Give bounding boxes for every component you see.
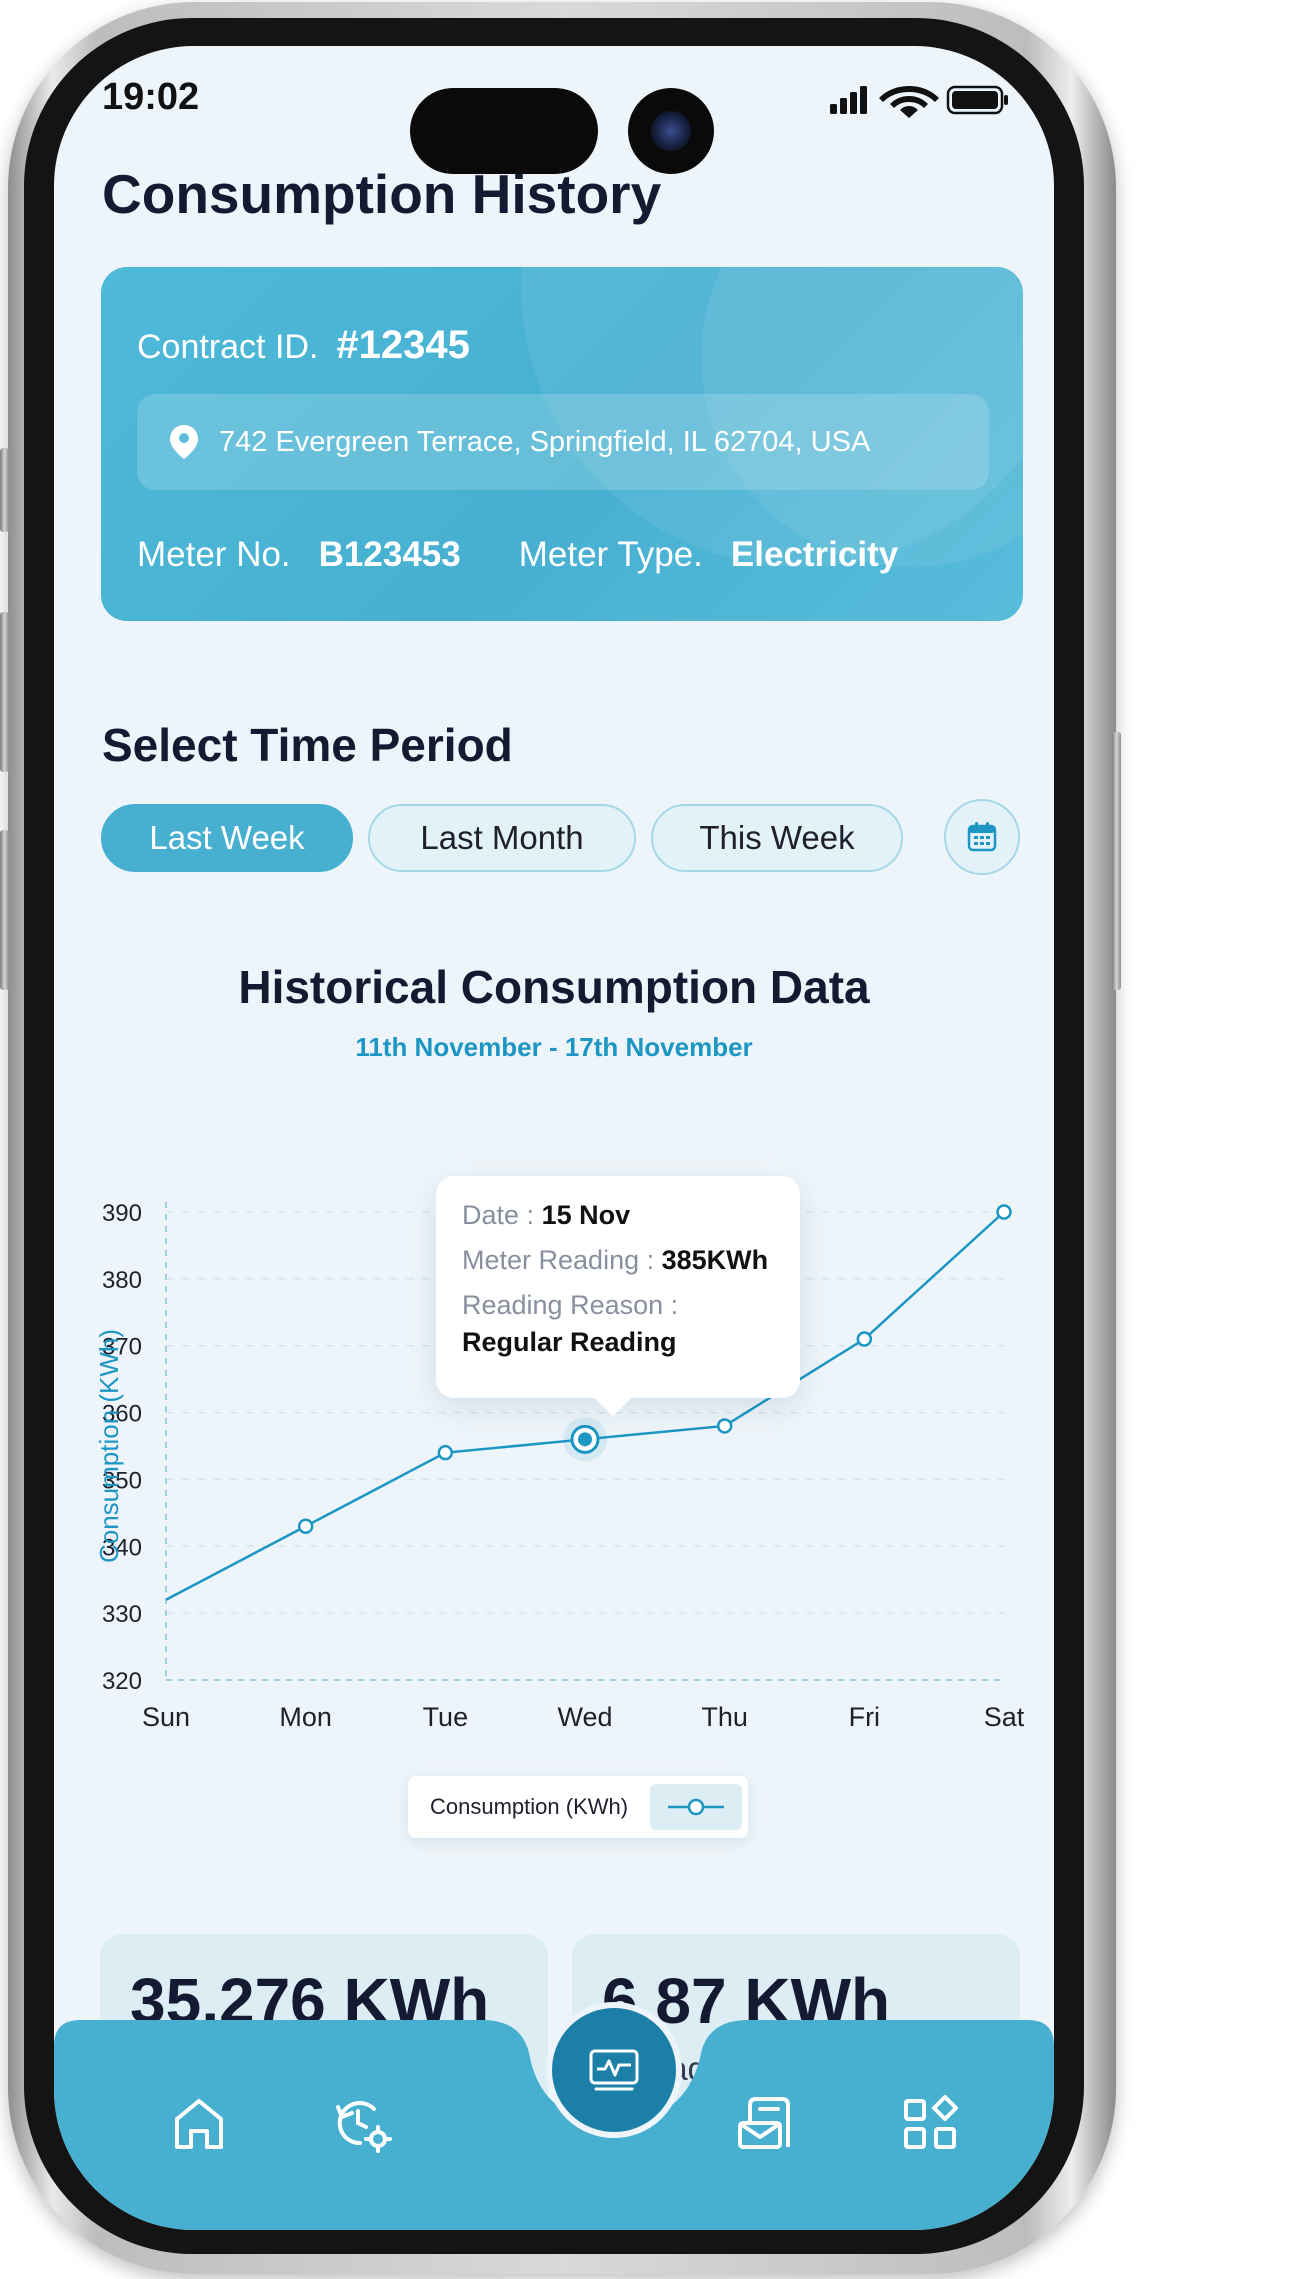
tooltip-reading-value: 385KWh — [661, 1245, 769, 1275]
data-point — [716, 1418, 733, 1434]
tooltip-reading-label: Meter Reading : — [462, 1245, 655, 1275]
x-tick-label: Thu — [701, 1702, 748, 1732]
y-tick-label: 330 — [102, 1601, 142, 1628]
apps-grid-icon[interactable] — [900, 2093, 960, 2153]
consumption-stat-value: 35,276 KWh — [130, 1965, 490, 2037]
chart-legend[interactable]: Consumption (KWh) — [408, 1776, 748, 1838]
legend-label: Consumption (KWh) — [430, 1794, 629, 1819]
x-tick-label: Sat — [984, 1702, 1025, 1732]
consumption-line-chart: 320330340350360370380390Sun Mon Tue Wed Thu F… — [94, 1200, 1025, 1732]
y-tick-label: 380 — [102, 1267, 142, 1294]
y-tick-label: 320 — [102, 1668, 142, 1695]
y-tick-label: 390 — [102, 1200, 142, 1227]
x-tick-label: Fri — [849, 1702, 880, 1732]
y-axis-title: Consumption (KWh) — [94, 1329, 124, 1563]
consumption-stat-card: 35,276 KWh Consumption — [100, 1934, 548, 2194]
home-icon[interactable] — [169, 2093, 229, 2153]
nav-center-button[interactable] — [546, 2002, 682, 2138]
tooltip-reason-label: Reading Reason : — [462, 1290, 679, 1320]
data-point — [437, 1444, 454, 1461]
activity-chart-icon — [589, 2049, 639, 2091]
history-settings-icon[interactable] — [332, 2093, 392, 2153]
tooltip-reading-row: Meter Reading : 385KWh — [462, 1245, 774, 1276]
action-button — [0, 448, 9, 532]
x-tick-label: Tue — [423, 1702, 469, 1732]
chart-tooltip: Date : 15 Nov Meter Reading : 385KWh Rea… — [436, 1176, 800, 1417]
consumption-stat-label: Consumption — [130, 2050, 325, 2087]
volume-up-button — [0, 612, 9, 772]
x-tick-label: Sun — [142, 1702, 190, 1732]
screen: 19:02 Consumption History Contract ID. #… — [54, 46, 1054, 2230]
tooltip-reason-value: Regular Reading — [462, 1327, 677, 1357]
x-tick-label: Mon — [279, 1702, 332, 1732]
tooltip-date-value: 15 Nov — [541, 1200, 631, 1230]
data-point — [297, 1518, 314, 1534]
x-tick-label: Wed — [557, 1702, 612, 1732]
mail-inbox-icon[interactable] — [736, 2093, 796, 2153]
data-point — [996, 1204, 1012, 1220]
legend-swatch — [650, 1784, 742, 1830]
power-button — [1112, 732, 1121, 990]
volume-down-button — [0, 830, 9, 990]
tooltip-date-label: Date : — [462, 1200, 535, 1230]
tooltip-date-row: Date : 15 Nov — [462, 1200, 774, 1231]
data-point — [856, 1331, 873, 1347]
data-point-center — [578, 1432, 592, 1447]
